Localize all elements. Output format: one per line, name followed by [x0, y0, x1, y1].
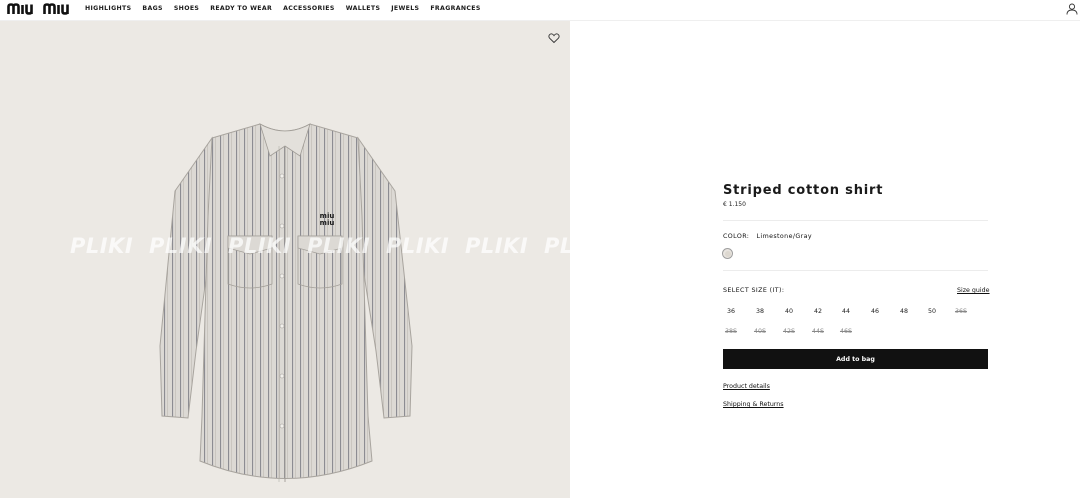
shirt-logo-line2: miu	[320, 219, 335, 227]
nav-shoes[interactable]: SHOES	[174, 5, 199, 13]
select-size-label: SELECT SIZE (IT):	[723, 287, 785, 294]
watermark: PLIKI	[465, 234, 529, 258]
add-to-bag-button[interactable]: Add to bag	[723, 349, 988, 369]
color-row: COLOR: Limestone/Gray	[723, 233, 812, 240]
main-nav: HIGHLIGHTS BAGS SHOES READY TO WEAR ACCE…	[85, 5, 481, 13]
size-option-48[interactable]: 48	[894, 308, 914, 315]
size-option-50[interactable]: 50	[922, 308, 942, 315]
nav-highlights[interactable]: HIGHLIGHTS	[85, 5, 131, 13]
size-option-42[interactable]: 42	[808, 308, 828, 315]
size-option-44[interactable]: 44	[836, 308, 856, 315]
watermark: PLIKI	[307, 234, 371, 258]
color-value: Limestone/Gray	[756, 233, 813, 240]
size-option-42s[interactable]: 42S	[779, 328, 799, 335]
product-image-gallery[interactable]: miu miu PLIKI PLIKI PLIKI PLIKI PLIKI PL…	[0, 21, 570, 498]
watermark: PLIKI	[544, 234, 570, 258]
watermark: PLIKI	[386, 234, 450, 258]
watermark: PLIKI	[228, 234, 292, 258]
nav-ready-to-wear[interactable]: READY TO WEAR	[210, 5, 272, 13]
divider	[723, 220, 988, 221]
size-option-36s[interactable]: 36S	[951, 308, 971, 315]
product-details-link[interactable]: Product details	[723, 383, 770, 390]
nav-accessories[interactable]: ACCESSORIES	[283, 5, 335, 13]
size-option-36[interactable]: 36	[721, 308, 741, 315]
shirt-product-image: miu miu	[159, 123, 413, 482]
divider	[723, 270, 988, 271]
nav-wallets[interactable]: WALLETS	[346, 5, 381, 13]
site-header: HIGHLIGHTS BAGS SHOES READY TO WEAR ACCE…	[0, 0, 1080, 21]
color-swatch-limestone-gray[interactable]	[722, 248, 733, 259]
nav-bags[interactable]: BAGS	[142, 5, 162, 13]
size-option-44s[interactable]: 44S	[808, 328, 828, 335]
size-option-46s[interactable]: 46S	[836, 328, 856, 335]
size-option-38[interactable]: 38	[750, 308, 770, 315]
size-option-40s[interactable]: 40S	[750, 328, 770, 335]
size-option-40[interactable]: 40	[779, 308, 799, 315]
color-label: COLOR:	[723, 233, 750, 240]
size-option-38s[interactable]: 38S	[721, 328, 741, 335]
product-title: Striped cotton shirt	[723, 183, 884, 198]
size-guide-link[interactable]: Size guide	[957, 287, 990, 294]
product-info-panel: Striped cotton shirt € 1.150 COLOR: Lime…	[570, 21, 1080, 498]
watermark: PLIKI	[70, 234, 134, 258]
miu-miu-logo[interactable]	[7, 2, 81, 16]
wishlist-heart-icon[interactable]	[548, 32, 560, 44]
size-option-46[interactable]: 46	[865, 308, 885, 315]
logo-wordmark	[7, 3, 69, 15]
user-account-icon[interactable]	[1066, 3, 1078, 15]
product-price: € 1.150	[723, 201, 746, 208]
shipping-returns-link[interactable]: Shipping & Returns	[723, 401, 784, 408]
nav-fragrances[interactable]: FRAGRANCES	[430, 5, 480, 13]
nav-jewels[interactable]: JEWELS	[391, 5, 419, 13]
watermark: PLIKI	[149, 234, 213, 258]
